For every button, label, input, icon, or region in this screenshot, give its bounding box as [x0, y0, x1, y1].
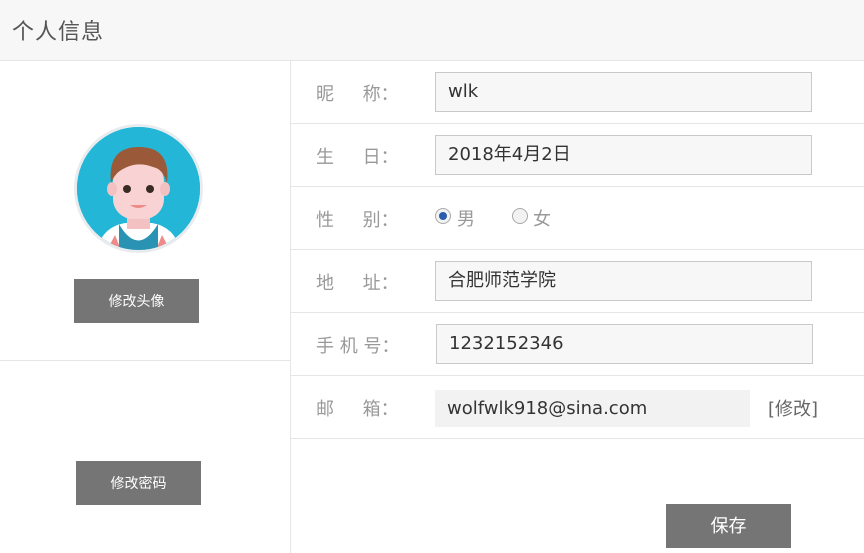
modify-email-link[interactable]: [修改] — [768, 395, 818, 421]
page-title: 个人信息 — [12, 20, 105, 45]
nickname-label: 昵 称： — [316, 84, 399, 105]
address-label: 地 址： — [316, 273, 399, 294]
birthday-label: 生 日： — [316, 147, 399, 168]
address-input[interactable]: 合肥师范学院 — [435, 261, 812, 301]
phone-input[interactable]: 1232152346 — [436, 324, 813, 364]
phone-row: 手 机 号： 1232152346 — [291, 313, 864, 376]
change-avatar-button[interactable]: 修改头像 — [74, 279, 199, 323]
email-label: 邮 箱： — [316, 399, 399, 420]
page-header: 个人信息 — [0, 0, 864, 61]
address-row: 地 址： 合肥师范学院 — [291, 250, 864, 313]
nickname-row: 昵 称： wlk — [291, 61, 864, 124]
gender-female-radio[interactable] — [512, 208, 528, 224]
email-field: wolfwlk918@sina.com — [435, 390, 750, 427]
nickname-input[interactable]: wlk — [435, 72, 812, 112]
gender-female-label[interactable]: 女 — [533, 205, 551, 231]
birthday-input[interactable]: 2018年4月2日 — [435, 135, 812, 175]
gender-row: 性 别： 男 女 — [291, 187, 864, 250]
gender-male-radio[interactable] — [435, 208, 451, 224]
left-divider — [0, 360, 290, 361]
change-password-button[interactable]: 修改密码 — [76, 461, 201, 505]
left-panel: 修改头像 修改密码 — [0, 61, 291, 553]
save-button[interactable]: 保存 — [666, 504, 791, 548]
birthday-row: 生 日： 2018年4月2日 — [291, 124, 864, 187]
gender-label: 性 别： — [316, 210, 399, 231]
phone-label: 手 机 号： — [316, 336, 400, 357]
gender-male-label[interactable]: 男 — [457, 205, 475, 231]
cartoon-boy-avatar-icon — [77, 127, 200, 250]
email-row: 邮 箱： wolfwlk918@sina.com [修改] — [291, 376, 864, 439]
avatar — [74, 124, 203, 253]
